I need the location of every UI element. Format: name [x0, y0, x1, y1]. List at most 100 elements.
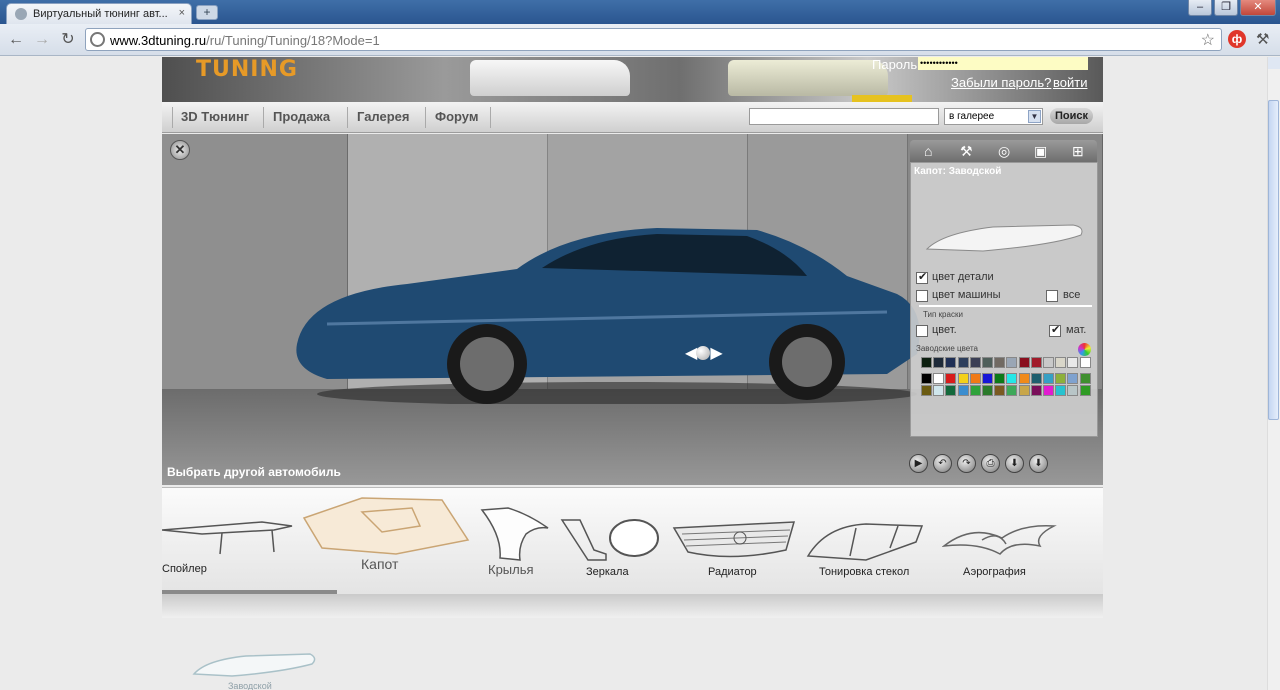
gloss-checkbox[interactable] — [916, 325, 928, 337]
search-input[interactable] — [749, 108, 939, 125]
login-link[interactable]: войти — [1053, 75, 1087, 90]
play-icon[interactable]: ▶ — [909, 454, 928, 473]
hood-variant-thumbnail[interactable] — [192, 652, 317, 677]
part-airbrush-label[interactable]: Аэрография — [963, 566, 1026, 578]
color-swatch[interactable] — [982, 385, 993, 396]
menu-item-sale[interactable]: Продажа — [273, 109, 330, 124]
color-swatch[interactable] — [1043, 357, 1054, 368]
part-mirrors-label[interactable]: Зеркала — [586, 566, 629, 578]
color-swatch[interactable] — [1006, 373, 1018, 384]
color-swatch[interactable] — [982, 373, 993, 384]
choose-other-car-link[interactable]: Выбрать другой автомобиль — [167, 465, 341, 479]
color-swatch[interactable] — [1055, 357, 1067, 368]
tree-icon[interactable]: ⊞ — [1072, 143, 1084, 160]
color-swatch[interactable] — [957, 385, 969, 396]
color-swatch[interactable] — [982, 357, 993, 368]
color-swatch[interactable] — [945, 385, 957, 396]
rotate-left-arrow-icon[interactable]: ◀ — [685, 345, 697, 362]
forward-arrow-icon[interactable]: → — [32, 30, 52, 50]
spoiler-icon[interactable] — [162, 508, 302, 568]
matte-checkbox[interactable] — [1049, 323, 1061, 337]
color-swatch[interactable] — [1018, 385, 1030, 396]
color-swatch[interactable] — [1079, 385, 1091, 396]
chevron-down-icon[interactable]: ▼ — [1028, 110, 1041, 123]
color-swatch[interactable] — [933, 357, 945, 368]
tint-icon[interactable] — [806, 522, 926, 562]
color-swatch[interactable] — [1067, 373, 1079, 384]
color-swatch[interactable] — [1018, 357, 1030, 368]
extension-icon[interactable]: ф — [1228, 30, 1246, 48]
airbrush-icon[interactable] — [942, 520, 1062, 564]
save-icon[interactable]: ⬇ — [1005, 454, 1024, 473]
color-swatch[interactable] — [969, 373, 981, 384]
tools-icon[interactable]: ⚒ — [960, 143, 973, 160]
color-swatch[interactable] — [933, 373, 945, 384]
rotate-right-arrow-icon[interactable]: ▶ — [710, 345, 722, 362]
mirrors-icon[interactable] — [560, 516, 662, 564]
color-swatch[interactable] — [994, 357, 1006, 368]
undo-icon[interactable]: ↶ — [933, 454, 952, 473]
part-color-checkbox[interactable] — [916, 270, 928, 284]
close-icon[interactable]: ✕ — [170, 140, 190, 160]
wrench-icon[interactable]: ⚒ — [1256, 30, 1269, 48]
color-swatch[interactable] — [921, 357, 932, 368]
part-tint-label[interactable]: Тонировка стекол — [819, 566, 909, 578]
camera-icon[interactable]: ▣ — [1034, 143, 1047, 160]
color-swatch[interactable] — [957, 373, 969, 384]
car-3d-model[interactable] — [287, 224, 927, 404]
menu-item-gallery[interactable]: Галерея — [357, 109, 410, 124]
tuning-stage[interactable]: ✕ ◀ ▶ Выбрать другой автомобиль ⌂ ⚒ ◎ ▣ ⊞… — [162, 134, 1103, 485]
rims-icon[interactable]: ◎ — [998, 143, 1010, 160]
scroll-up-arrow-icon[interactable] — [1268, 57, 1280, 69]
color-swatch[interactable] — [1055, 385, 1067, 396]
redo-icon[interactable]: ↷ — [957, 454, 976, 473]
color-swatch[interactable] — [1067, 385, 1079, 396]
all-checkbox[interactable] — [1046, 290, 1058, 302]
variant-label[interactable]: Заводской — [228, 681, 272, 690]
color-swatch[interactable] — [945, 373, 957, 384]
hood-icon[interactable] — [302, 492, 472, 564]
rotate-control[interactable]: ◀ ▶ — [685, 343, 723, 363]
address-bar[interactable]: www.3dtuning.ru/ru/Tuning/Tuning/18?Mode… — [85, 28, 1222, 51]
browser-tab[interactable]: Виртуальный тюнинг авт... × — [6, 3, 192, 24]
download-icon[interactable]: ⬇ — [1029, 454, 1048, 473]
color-swatch[interactable] — [921, 385, 932, 396]
color-swatch[interactable] — [1006, 357, 1018, 368]
address-url[interactable]: www.3dtuning.ru/ru/Tuning/Tuning/18?Mode… — [110, 33, 380, 48]
color-swatch[interactable] — [994, 373, 1006, 384]
minimize-button[interactable]: – — [1188, 0, 1212, 16]
reload-icon[interactable]: ↻ — [58, 30, 78, 50]
scrollbar-thumb[interactable] — [1268, 100, 1279, 420]
color-swatch[interactable] — [994, 385, 1006, 396]
color-swatch[interactable] — [1030, 373, 1042, 384]
color-swatch[interactable] — [933, 385, 945, 396]
color-swatch[interactable] — [969, 385, 981, 396]
search-button[interactable]: Поиск — [1050, 108, 1093, 124]
search-scope-select[interactable]: в галерее ▼ — [944, 108, 1043, 125]
site-logo[interactable]: TUNING — [196, 57, 298, 82]
color-swatch[interactable] — [1030, 357, 1042, 368]
bookmark-star-icon[interactable]: ☆ — [1201, 30, 1215, 50]
color-swatch[interactable] — [1030, 385, 1042, 396]
color-swatch[interactable] — [1067, 357, 1079, 368]
color-swatch[interactable] — [945, 357, 957, 368]
new-tab-button[interactable]: + — [196, 5, 218, 20]
forgot-password-link[interactable]: Забыли пароль? — [951, 75, 1051, 90]
color-swatch[interactable] — [1079, 373, 1091, 384]
part-grille-label[interactable]: Радиатор — [708, 566, 757, 578]
print-icon[interactable]: ⎙ — [981, 454, 1000, 473]
color-swatch[interactable] — [1079, 357, 1091, 368]
part-hood-label[interactable]: Капот — [361, 556, 398, 572]
rotate-handle-icon[interactable] — [696, 346, 711, 360]
color-swatch[interactable] — [921, 373, 932, 384]
tab-close-icon[interactable]: × — [179, 7, 185, 19]
color-swatch[interactable] — [1043, 373, 1054, 384]
menu-item-3d-tuning[interactable]: 3D Тюнинг — [181, 109, 249, 124]
part-spoiler-label[interactable]: Спойлер — [162, 563, 207, 575]
close-window-button[interactable]: ✕ — [1240, 0, 1276, 16]
maximize-button[interactable]: ❐ — [1214, 0, 1238, 16]
part-fenders-label[interactable]: Крылья — [488, 562, 534, 577]
color-wheel-icon[interactable] — [1078, 343, 1091, 356]
home-icon[interactable]: ⌂ — [924, 143, 932, 159]
car-color-checkbox[interactable] — [916, 290, 928, 302]
